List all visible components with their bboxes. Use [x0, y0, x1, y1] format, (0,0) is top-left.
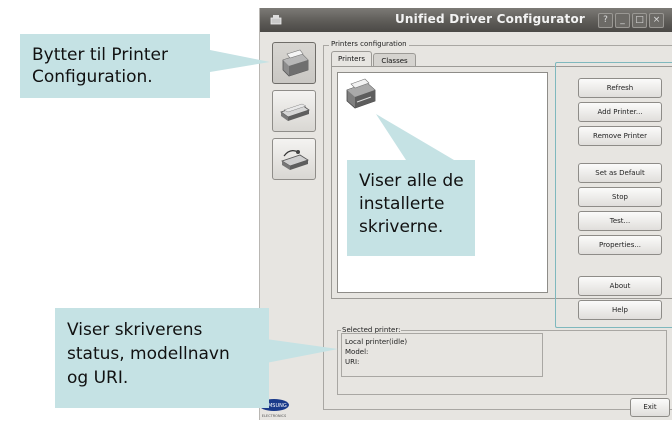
- callout-line: Viser alle de: [359, 171, 464, 191]
- help-window-button[interactable]: ?: [598, 13, 613, 28]
- callout-line: status, modellnavn: [67, 344, 230, 364]
- title-bar[interactable]: Unified Driver Configurator ? _ □ ×: [260, 8, 672, 32]
- exit-button[interactable]: Exit: [630, 398, 670, 417]
- callout-printer-status: Viser skriverens status, modellnavn og U…: [55, 308, 269, 408]
- sidebar-item-scanner[interactable]: [272, 90, 316, 132]
- callout-line: Bytter til Printer: [32, 45, 168, 65]
- callout-arrow: [266, 339, 338, 363]
- callout-line: og URI.: [67, 368, 129, 388]
- callout-installed-printers: Viser alle de installerte skriverne.: [347, 160, 475, 256]
- callout-line: skriverne.: [359, 217, 444, 237]
- sidebar-item-ports[interactable]: [272, 138, 316, 180]
- callout-line: installerte: [359, 194, 445, 214]
- callout-arrow: [376, 114, 454, 160]
- callout-printer-config: Bytter til Printer Configuration.: [20, 34, 210, 98]
- svg-text:ELECTRONICS: ELECTRONICS: [262, 414, 287, 418]
- sidebar-item-printer[interactable]: [272, 42, 316, 84]
- buttons-highlight-outline: [555, 62, 672, 328]
- printer-icon: [282, 49, 309, 77]
- scanner-icon: [280, 103, 310, 121]
- tab-classes[interactable]: Classes: [373, 53, 416, 67]
- maximize-button[interactable]: □: [632, 13, 647, 28]
- printer-model: Model:: [345, 348, 369, 356]
- callout-line: Viser skriverens: [67, 320, 203, 340]
- group-label: Printers configuration: [329, 40, 409, 48]
- port-icon: [281, 150, 309, 170]
- callout-arrow: [210, 50, 270, 72]
- window-title: Unified Driver Configurator: [394, 12, 586, 26]
- close-button[interactable]: ×: [649, 13, 664, 28]
- callout-line: Configuration.: [32, 67, 153, 87]
- minimize-button[interactable]: _: [615, 13, 630, 28]
- printer-uri: URI:: [345, 358, 360, 366]
- app-icon: [270, 15, 282, 25]
- installed-printer-icon[interactable]: [343, 78, 379, 112]
- tab-printers[interactable]: Printers: [331, 51, 372, 67]
- printer-status: Local printer(idle): [345, 338, 408, 346]
